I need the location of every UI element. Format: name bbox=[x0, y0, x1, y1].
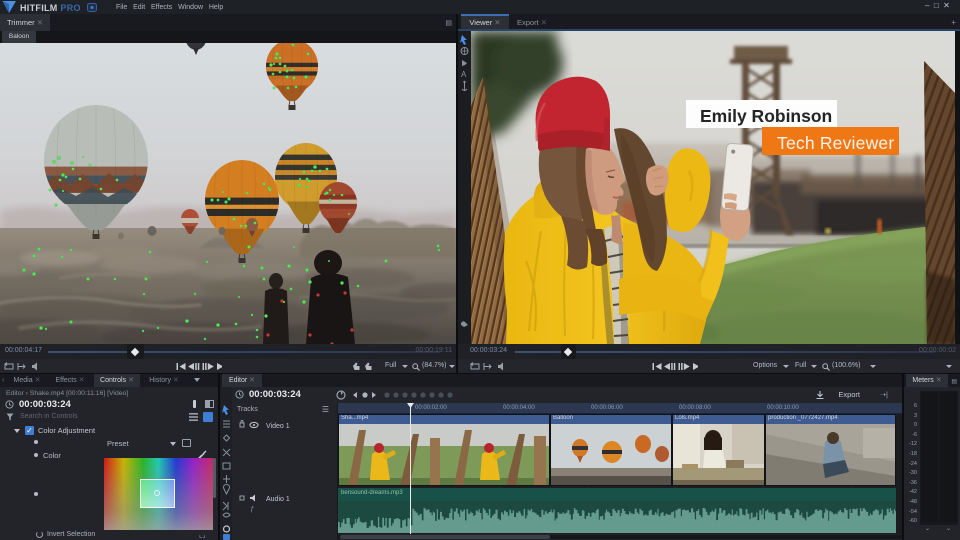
svg-text:Audio 1: Audio 1 bbox=[266, 496, 290, 503]
svg-text:A: A bbox=[461, 70, 467, 79]
svg-text:Video 1: Video 1 bbox=[266, 423, 290, 430]
